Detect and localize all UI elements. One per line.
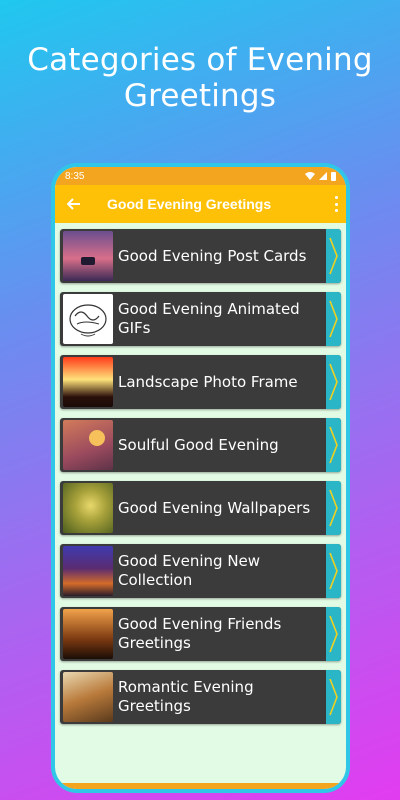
category-item-new-collection[interactable]: Good Evening New Collection — [60, 544, 341, 598]
status-bar: 8:35 — [55, 167, 346, 185]
app-bar-title: Good Evening Greetings — [107, 196, 272, 212]
status-icons — [305, 171, 336, 181]
chevron-right-icon — [326, 481, 341, 535]
category-item-wallpapers[interactable]: Good Evening Wallpapers — [60, 481, 341, 535]
chevron-right-icon — [326, 670, 341, 724]
category-item-soulful-good-evening[interactable]: Soulful Good Evening — [60, 418, 341, 472]
wifi-icon — [305, 172, 315, 180]
status-time: 8:35 — [65, 170, 85, 182]
category-label: Good Evening New Collection — [118, 552, 261, 589]
more-options-icon[interactable] — [334, 196, 338, 212]
sunset-frame-thumbnail — [63, 357, 113, 407]
promo-title: Categories of Evening Greetings — [27, 42, 373, 114]
have-a-great-evening-thumbnail — [63, 546, 113, 596]
chevron-right-icon — [326, 418, 341, 472]
autumn-tree-thumbnail — [63, 672, 113, 722]
battery-icon — [331, 171, 336, 181]
back-arrow-icon[interactable] — [63, 193, 85, 215]
phone-frame: 8:35 Good Evening Greetings Good Evening… — [51, 163, 350, 793]
category-label: Good Evening Post Cards — [118, 246, 307, 265]
app-screen: 8:35 Good Evening Greetings Good Evening… — [55, 167, 346, 789]
category-label: Good Evening Wallpapers — [118, 498, 311, 517]
chevron-right-icon — [326, 229, 341, 283]
category-item-animated-gifs[interactable]: Good Evening Animated GIFs — [60, 292, 341, 346]
category-label: Romantic Evening Greetings — [118, 678, 254, 715]
category-label: Soulful Good Evening — [118, 435, 279, 454]
category-item-landscape-photo-frame[interactable]: Landscape Photo Frame — [60, 355, 341, 409]
chevron-right-icon — [326, 607, 341, 661]
sunset-boat-thumbnail — [63, 231, 113, 281]
bottom-bar — [55, 783, 346, 789]
good-evening-calligraphy-thumbnail — [63, 294, 113, 344]
category-label: Landscape Photo Frame — [118, 372, 298, 391]
signal-icon — [319, 172, 327, 180]
category-item-friends-greetings[interactable]: Good Evening Friends Greetings — [60, 607, 341, 661]
birds-sunset-thumbnail — [63, 420, 113, 470]
chevron-right-icon — [326, 544, 341, 598]
chevron-right-icon — [326, 355, 341, 409]
chevron-right-icon — [326, 292, 341, 346]
category-item-post-cards[interactable]: Good Evening Post Cards — [60, 229, 341, 283]
category-item-romantic-evening-greetings[interactable]: Romantic Evening Greetings — [60, 670, 341, 724]
category-label: Good Evening Friends Greetings — [118, 615, 282, 652]
app-bar: Good Evening Greetings — [55, 185, 346, 223]
category-label: Good Evening Animated GIFs — [118, 300, 300, 337]
evening-sunset-thumbnail — [63, 609, 113, 659]
category-list: Good Evening Post Cards Good Evening Ani… — [55, 223, 346, 724]
flower-thumbnail — [63, 483, 113, 533]
